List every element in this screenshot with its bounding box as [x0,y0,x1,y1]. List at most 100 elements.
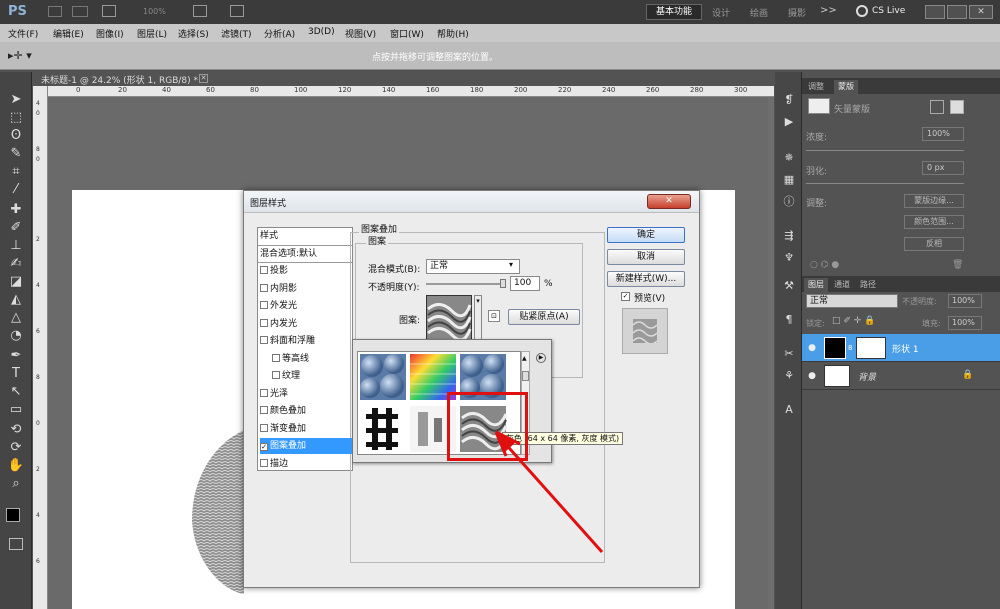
swatches-panel-icon[interactable]: ▦ [780,172,798,188]
cslive-button[interactable]: CS Live [872,6,905,16]
snap-to-origin-button[interactable]: 贴紧原点(A) [508,309,580,325]
style-item[interactable]: 斜面和浮雕 [260,333,352,349]
menu-layer[interactable]: 图层(L) [137,27,167,40]
close-tab-icon[interactable]: ✕ [199,74,208,83]
invert-button[interactable]: 反相 [904,237,964,251]
dialog-close-icon[interactable]: ✕ [647,194,691,209]
menu-3d[interactable]: 3D(D) [308,27,335,37]
3d-rotate-icon[interactable]: ⟲ [7,422,25,438]
style-item[interactable]: 投影 [260,263,352,279]
menu-edit[interactable]: 编辑(E) [53,27,84,40]
brush-panel-icon[interactable]: ⇶ [780,228,798,244]
hand-tool-icon[interactable]: ✋ [7,458,25,474]
style-item[interactable]: 光泽 [260,386,352,402]
pattern-menu-icon[interactable]: ▶ [536,353,546,363]
minibridge-icon[interactable] [72,6,88,17]
eye-icon[interactable]: ● [806,370,818,382]
preview-checkbox[interactable]: ✓ [621,292,630,301]
menu-image[interactable]: 图像(I) [96,27,124,40]
paint-bucket-icon[interactable]: ◭ [7,292,25,308]
styles-panel-icon[interactable]: ⚘ [780,368,798,384]
mask-footer-icons[interactable]: ○ ⌬ ● [810,260,839,270]
restore-button[interactable] [947,5,967,19]
clone-stamp-icon[interactable]: ⊥ [7,238,25,254]
marquee-tool-icon[interactable]: ⬚ [7,110,25,126]
crop-tool-icon[interactable]: ⌗ [7,164,25,180]
tab-paths[interactable]: 路径 [856,278,880,292]
workspace-essentials[interactable]: 基本功能 [646,4,702,20]
path-select-icon[interactable]: ↖ [7,384,25,400]
style-checkbox[interactable] [260,388,268,397]
pattern-picker-swatch[interactable] [426,295,472,341]
shape-tool-icon[interactable]: ▭ [7,402,25,418]
type-tool-icon[interactable]: T [7,366,25,382]
scroll-up-icon[interactable]: ▲ [522,355,527,362]
foreground-color-swatch[interactable] [6,508,20,522]
menu-file[interactable]: 文件(F) [8,27,38,40]
color-panel-icon[interactable]: ✵ [780,150,798,166]
menu-help[interactable]: 帮助(H) [437,27,469,40]
opacity-slider-handle[interactable] [500,279,506,288]
3d-panel-icon[interactable]: ✂ [780,346,798,362]
screen-mode-icon[interactable] [230,5,244,17]
feather-slider[interactable] [806,183,964,184]
tab-layers[interactable]: 图层 [804,278,828,292]
workspace-design[interactable]: 设计 [712,6,730,19]
eye-icon[interactable]: ● [806,342,818,354]
layer-opacity-field[interactable]: 100% [948,294,982,308]
fill-field[interactable]: 100% [948,316,982,330]
menu-filter[interactable]: 滤镜(T) [221,27,252,40]
layer-row-shape[interactable]: ● 8 形状 1 [802,334,1000,362]
opacity-input[interactable]: 100 [510,276,540,291]
tab-adjustments[interactable]: 调整 [804,80,828,94]
style-checkbox[interactable] [260,266,268,274]
pattern-dropdown-arrow[interactable]: ▾ [474,295,482,341]
delete-mask-icon[interactable]: 🗑 [952,260,963,270]
quick-select-icon[interactable]: ✎ [7,146,25,162]
scroll-thumb[interactable] [522,371,529,381]
info-panel-icon[interactable]: ⓘ [780,194,798,210]
dialog-titlebar[interactable]: 图层样式 ✕ [244,191,699,213]
layer-row-background[interactable]: ● 背景 🔒 [802,362,1000,390]
character-panel-icon[interactable]: A [780,402,798,418]
style-checkbox[interactable] [260,406,268,414]
cancel-button[interactable]: 取消 [607,249,685,265]
healing-brush-icon[interactable]: ✚ [7,202,25,218]
eyedropper-icon[interactable]: ⁄ [7,182,25,198]
history-brush-icon[interactable]: ✍ [7,256,25,272]
vector-mask-icon[interactable] [950,100,964,114]
style-checkbox[interactable] [272,371,280,379]
dodge-tool-icon[interactable]: ◔ [7,328,25,344]
minimize-button[interactable] [925,5,945,19]
tab-channels[interactable]: 通道 [830,278,854,292]
style-item[interactable]: 颜色叠加 [260,403,352,419]
style-item[interactable]: 渐变叠加 [260,421,352,437]
new-style-button[interactable]: 新建样式(W)... [607,271,685,287]
pen-tool-icon[interactable]: ✒ [7,348,25,364]
tab-masks[interactable]: 蒙版 [834,80,858,94]
brush-tool-icon[interactable]: ✐ [7,220,25,236]
move-tool-icon[interactable]: ➤ [7,92,25,108]
document-tab[interactable]: 未标题-1 @ 24.2% (形状 1, RGB/8) * ✕ [33,72,774,86]
style-checkbox[interactable] [260,301,268,309]
style-item[interactable]: ✓ 图案叠加 [260,438,352,454]
style-item[interactable]: 内阴影 [260,281,352,297]
density-slider[interactable] [806,150,964,151]
style-checkbox[interactable] [260,283,268,292]
view-extras-icon[interactable] [102,5,116,17]
blur-tool-icon[interactable]: △ [7,310,25,326]
styles-header[interactable]: 样式 [260,228,355,244]
eraser-tool-icon[interactable]: ◪ [7,274,25,290]
pixel-mask-icon[interactable] [930,100,944,114]
blend-mode-select[interactable]: 正常 [426,259,520,274]
style-checkbox[interactable]: ✓ [260,443,268,451]
clone-source-icon[interactable]: ♆ [780,250,798,266]
style-item[interactable]: 等高线 [272,351,352,367]
workspace-more[interactable]: >> [820,5,837,16]
style-checkbox[interactable] [260,423,268,432]
lock-icons[interactable]: □ ✐ ✛ 🔒 [832,316,875,326]
quick-mask-icon[interactable] [9,538,23,550]
new-preset-icon[interactable]: ⊡ [488,310,500,322]
zoom-level[interactable]: 100% [143,7,166,16]
menu-select[interactable]: 选择(S) [178,27,209,40]
